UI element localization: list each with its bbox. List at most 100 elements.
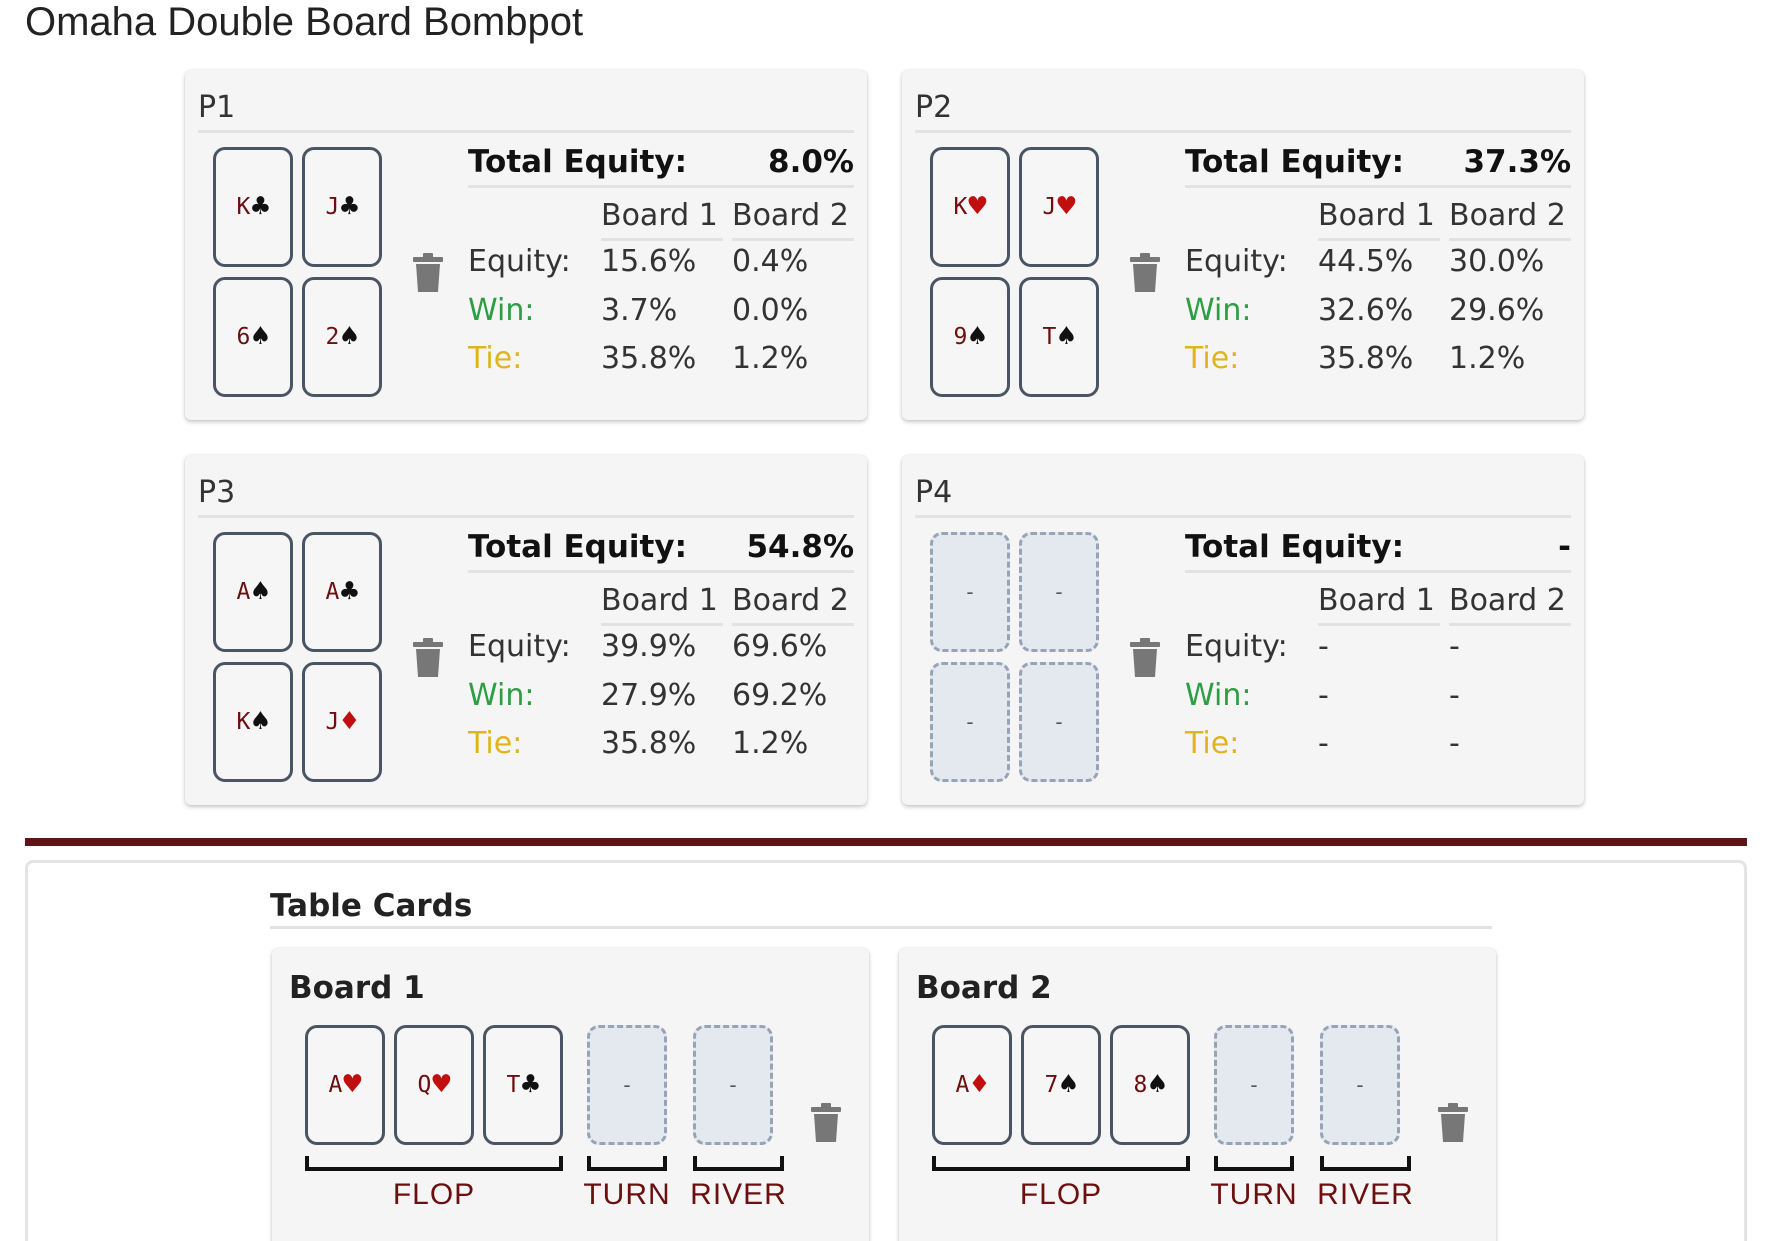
board2-equity-value: 30.0%	[1449, 244, 1545, 279]
total-equity-label: Total Equity:	[1185, 528, 1404, 565]
board2-equity-value: 0.4%	[732, 244, 809, 279]
win-label: Win:	[1185, 293, 1252, 328]
turn-card-slot[interactable]: -	[587, 1025, 667, 1145]
board2-column-header: Board 2	[1449, 578, 1571, 626]
equity-label: Equity:	[468, 629, 571, 664]
card-rank: A	[955, 1072, 970, 1098]
card-slot[interactable]: 7 ♠	[1021, 1025, 1101, 1145]
total-equity-value: 54.8%	[746, 528, 854, 565]
card-rank: J	[325, 709, 340, 735]
tie-label: Tie:	[1185, 341, 1240, 376]
turn-card-slot[interactable]: -	[1214, 1025, 1294, 1145]
card-suit-icon: ♠	[251, 319, 270, 354]
card-slot[interactable]: 6 ♠	[213, 277, 293, 397]
board2-win-value: 0.0%	[732, 293, 809, 328]
win-label: Win:	[468, 293, 535, 328]
card-rank: A	[236, 579, 251, 605]
win-label: Win:	[1185, 678, 1252, 713]
table-cards-divider	[270, 926, 1492, 929]
card-rank: T	[506, 1072, 521, 1098]
river-bracket	[1320, 1156, 1411, 1171]
trash-icon[interactable]	[1130, 638, 1160, 678]
trash-icon[interactable]	[1130, 253, 1160, 293]
river-card-slot[interactable]: -	[1320, 1025, 1400, 1145]
card-rank: 7	[1044, 1072, 1059, 1098]
card-slot[interactable]: K ♠	[213, 662, 293, 782]
empty-card-slot[interactable]: -	[930, 532, 1010, 652]
trash-icon[interactable]	[1438, 1103, 1468, 1143]
player-panel-p4: P4- - - - Total Equity: - Board 1 Board 2 Equity…	[902, 455, 1584, 805]
card-slot[interactable]: J ♣	[302, 147, 382, 267]
card-slot[interactable]: 9 ♠	[930, 277, 1010, 397]
empty-card-slot[interactable]: -	[1019, 532, 1099, 652]
page-title: Omaha Double Board Bombpot	[25, 0, 584, 44]
board2-column-header: Board 2	[732, 578, 854, 626]
board1-column-header: Board 1	[1318, 578, 1440, 626]
card-slot[interactable]: K ♣	[213, 147, 293, 267]
board-title: Board 2	[916, 970, 1052, 1006]
total-equity-value: 37.3%	[1463, 143, 1571, 180]
card-slot[interactable]: A ♥	[305, 1025, 385, 1145]
board-title: Board 1	[289, 970, 425, 1006]
card-slot[interactable]: A ♠	[213, 532, 293, 652]
board2-column-header: Board 2	[732, 193, 854, 241]
player-name: P4	[915, 475, 953, 510]
board1-win-value: 3.7%	[601, 293, 678, 328]
card-slot[interactable]: J ♥	[1019, 147, 1099, 267]
board1-tie-value: 35.8%	[601, 341, 697, 376]
card-slot[interactable]: 2 ♠	[302, 277, 382, 397]
flop-label: FLOP	[1019, 1178, 1103, 1211]
total-equity-value: -	[1558, 528, 1571, 565]
card-suit-icon: ♥	[343, 1067, 362, 1102]
turn-label: TURN	[583, 1178, 671, 1211]
card-slot[interactable]: A ♦	[932, 1025, 1012, 1145]
board2-column-header: Board 2	[1449, 193, 1571, 241]
card-rank: 6	[236, 324, 251, 350]
tie-label: Tie:	[468, 341, 523, 376]
card-suit-icon: ♠	[1059, 1067, 1078, 1102]
card-slot[interactable]: T ♠	[1019, 277, 1099, 397]
card-suit-icon: ♠	[1148, 1067, 1167, 1102]
total-equity-row: Total Equity: 8.0%	[468, 138, 854, 188]
board1-equity-value: -	[1318, 629, 1329, 664]
board2-tie-value: 1.2%	[732, 341, 809, 376]
player-header-divider	[915, 515, 1571, 518]
trash-icon[interactable]	[413, 253, 443, 293]
card-rank: 9	[953, 324, 968, 350]
total-equity-label: Total Equity:	[468, 143, 687, 180]
trash-icon[interactable]	[413, 638, 443, 678]
board1-win-value: 27.9%	[601, 678, 697, 713]
board1-column-header: Board 1	[1318, 193, 1440, 241]
empty-card-slot[interactable]: -	[930, 662, 1010, 782]
board2-win-value: -	[1449, 678, 1460, 713]
river-card-slot[interactable]: -	[693, 1025, 773, 1145]
empty-card-slot[interactable]: -	[1019, 662, 1099, 782]
player-name: P3	[198, 475, 236, 510]
player-name: P2	[915, 90, 953, 125]
trash-icon[interactable]	[811, 1103, 841, 1143]
card-slot[interactable]: Q ♥	[394, 1025, 474, 1145]
player-panel-p3: P3 A ♠ A ♣ K ♠ J ♦ Total Equity: 54.8% Board 1 Board…	[185, 455, 867, 805]
card-rank: T	[1042, 324, 1057, 350]
flop-bracket	[305, 1156, 563, 1171]
total-equity-label: Total Equity:	[1185, 143, 1404, 180]
board1-equity-value: 15.6%	[601, 244, 697, 279]
player-panel-p2: P2 K ♥ J ♥ 9 ♠ T ♠ Total Equity: 37.3% Board 1 Board…	[902, 70, 1584, 420]
card-slot[interactable]: J ♦	[302, 662, 382, 782]
player-header-divider	[198, 515, 854, 518]
card-rank: 8	[1133, 1072, 1148, 1098]
card-rank: A	[325, 579, 340, 605]
card-slot[interactable]: A ♣	[302, 532, 382, 652]
river-label: RIVER	[690, 1178, 787, 1211]
river-label: RIVER	[1317, 1178, 1414, 1211]
card-suit-icon: ♣	[340, 189, 359, 224]
card-slot[interactable]: 8 ♠	[1110, 1025, 1190, 1145]
card-rank: J	[1042, 194, 1057, 220]
board1-equity-value: 39.9%	[601, 629, 697, 664]
player-name: P1	[198, 90, 236, 125]
card-slot[interactable]: K ♥	[930, 147, 1010, 267]
card-slot[interactable]: T ♣	[483, 1025, 563, 1145]
tie-label: Tie:	[1185, 726, 1240, 761]
board1-tie-value: 35.8%	[601, 726, 697, 761]
turn-label: TURN	[1210, 1178, 1298, 1211]
